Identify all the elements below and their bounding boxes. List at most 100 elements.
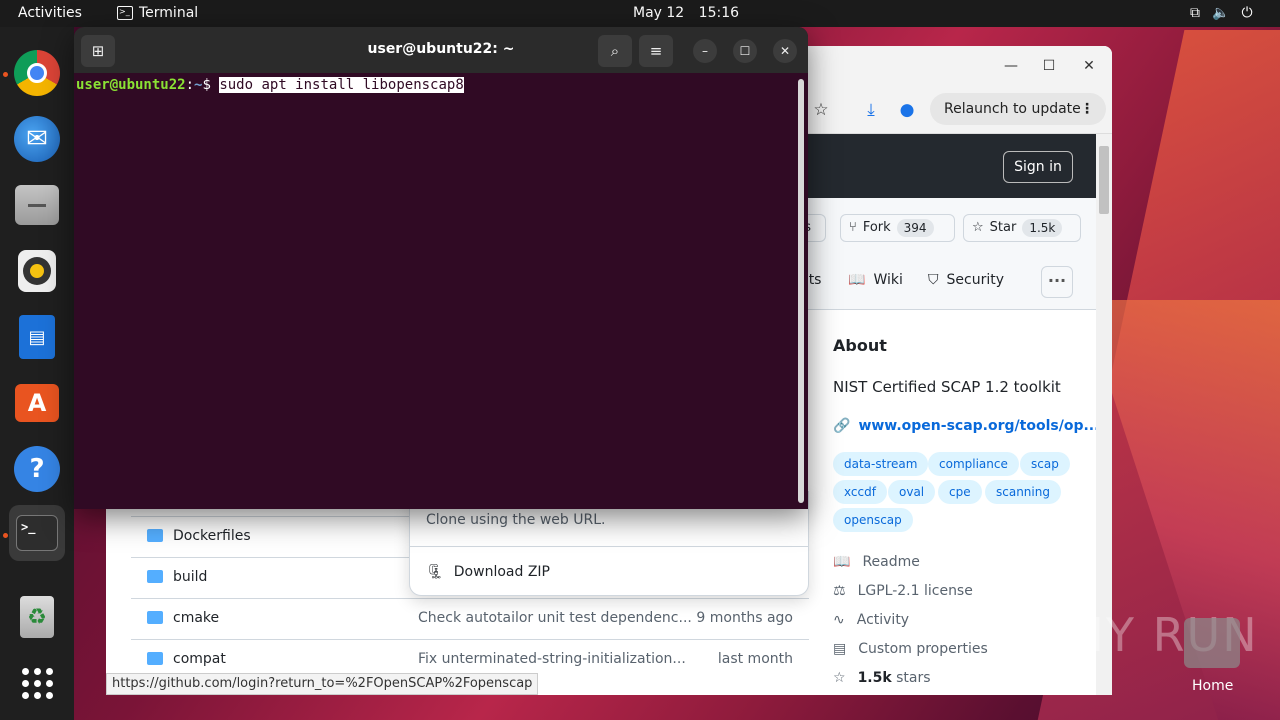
activities-button[interactable]: Activities bbox=[18, 5, 82, 21]
prompt-symbol: $ bbox=[202, 77, 211, 93]
clock[interactable]: May 12 15:16 bbox=[633, 5, 739, 21]
close-icon[interactable]: ✕ bbox=[1079, 56, 1099, 76]
file-name[interactable]: compat bbox=[173, 651, 226, 667]
files-icon bbox=[15, 185, 59, 225]
tab-wiki-label: Wiki bbox=[873, 272, 903, 288]
custom-properties-label: Custom properties bbox=[858, 641, 988, 657]
star-label: Star bbox=[989, 220, 1017, 235]
topic-tag[interactable]: cpe bbox=[938, 480, 982, 504]
help-launcher[interactable]: ? bbox=[9, 441, 65, 497]
profile-icon[interactable]: ● bbox=[895, 98, 919, 122]
topic-tag[interactable]: scanning bbox=[985, 480, 1061, 504]
commit-message[interactable]: Fix unterminated-string-initialization..… bbox=[418, 651, 686, 667]
app-menu-label: Terminal bbox=[139, 5, 199, 21]
license-label: LGPL-2.1 license bbox=[857, 583, 973, 599]
thunderbird-launcher[interactable]: ✉ bbox=[9, 111, 65, 167]
folder-icon bbox=[147, 611, 163, 624]
scrollbar-thumb[interactable] bbox=[1099, 146, 1109, 214]
sign-in-button[interactable]: Sign in bbox=[1003, 151, 1073, 183]
show-apps-icon bbox=[21, 667, 53, 699]
custom-properties-link[interactable]: ▤ Custom properties bbox=[833, 641, 988, 657]
close-icon[interactable]: ✕ bbox=[773, 39, 797, 63]
help-icon: ? bbox=[14, 446, 60, 492]
files-launcher[interactable] bbox=[9, 177, 65, 233]
topic-tag[interactable]: xccdf bbox=[833, 480, 887, 504]
commit-date: 9 months ago bbox=[696, 610, 793, 626]
download-zip-label: Download ZIP bbox=[453, 564, 550, 580]
file-name[interactable]: build bbox=[173, 569, 207, 585]
terminal-launcher[interactable]: >_ bbox=[9, 505, 65, 561]
more-tabs-button[interactable]: ··· bbox=[1041, 266, 1073, 298]
activity-link[interactable]: ∿ Activity bbox=[833, 612, 909, 628]
search-icon[interactable]: ⌕ bbox=[598, 35, 632, 67]
file-name[interactable]: Dockerfiles bbox=[173, 528, 251, 544]
terminal-headerbar: ⊞ user@ubuntu22: ~ ⌕ ≡ – ☐ ✕ bbox=[74, 27, 808, 73]
stars-count: 1.5k bbox=[857, 670, 892, 686]
topic-tag[interactable]: oval bbox=[888, 480, 936, 504]
hamburger-menu-icon[interactable]: ≡ bbox=[639, 35, 673, 67]
volume-icon: 🔈 bbox=[1212, 5, 1230, 21]
running-indicator bbox=[3, 533, 8, 538]
minimize-icon[interactable]: – bbox=[693, 39, 717, 63]
app-menu[interactable]: >_ Terminal bbox=[117, 5, 198, 21]
commit-message[interactable]: Check autotailor unit test dependenc... bbox=[418, 610, 692, 626]
terminal-body[interactable]: user@ubuntu22:~$ sudo apt install libope… bbox=[74, 73, 808, 509]
link-icon: 🔗 bbox=[833, 418, 851, 434]
system-tray[interactable]: ⧉ 🔈 ⏻ bbox=[1190, 5, 1253, 21]
star-icon: ☆ bbox=[972, 220, 984, 235]
minimize-icon[interactable]: — bbox=[1001, 56, 1021, 76]
folder-icon bbox=[147, 529, 163, 542]
repo-description: NIST Certified SCAP 1.2 toolkit bbox=[833, 378, 1061, 396]
note-icon: ▤ bbox=[833, 641, 847, 657]
maximize-icon[interactable]: ☐ bbox=[1039, 56, 1059, 76]
clock-time: 15:16 bbox=[698, 5, 740, 21]
chrome-launcher[interactable] bbox=[9, 45, 65, 101]
app-center-launcher[interactable]: A bbox=[9, 375, 65, 431]
libreoffice-writer-icon: ▤ bbox=[19, 315, 55, 359]
stars-label: stars bbox=[896, 670, 931, 686]
book-icon: 📖 bbox=[833, 554, 851, 570]
terminal-scrollbar[interactable] bbox=[798, 79, 804, 503]
star-count: 1.5k bbox=[1022, 219, 1063, 237]
website-link[interactable]: 🔗 www.open-scap.org/tools/op... bbox=[833, 418, 1099, 434]
table-row[interactable]: cmake Check autotailor unit test depende… bbox=[131, 598, 809, 639]
dock: ✉ ▤ A ? >_ ♻ bbox=[0, 27, 74, 720]
topic-tag[interactable]: openscap bbox=[833, 508, 913, 532]
trash-launcher[interactable]: ♻ bbox=[9, 589, 65, 645]
readme-link[interactable]: 📖 Readme bbox=[833, 554, 920, 570]
fork-icon: ⑂ bbox=[849, 220, 857, 235]
stars-link[interactable]: ☆ 1.5k stars bbox=[833, 670, 931, 686]
tab-security-label: Security bbox=[946, 272, 1005, 288]
thunderbird-icon: ✉ bbox=[14, 116, 60, 162]
home-folder-icon[interactable] bbox=[1184, 618, 1240, 668]
book-icon: 📖 bbox=[848, 272, 866, 288]
license-link[interactable]: ⚖ LGPL-2.1 license bbox=[833, 583, 973, 599]
fork-button[interactable]: ⑂ Fork 394 bbox=[840, 214, 955, 242]
terminal-window: ⊞ user@ubuntu22: ~ ⌕ ≡ – ☐ ✕ user@ubuntu… bbox=[74, 27, 808, 509]
about-heading: About bbox=[833, 336, 887, 355]
tab-wiki[interactable]: 📖 Wiki bbox=[848, 272, 903, 288]
star-button[interactable]: ☆ Star 1.5k bbox=[963, 214, 1081, 242]
file-name[interactable]: cmake bbox=[173, 610, 219, 626]
network-icon: ⧉ bbox=[1190, 5, 1200, 21]
relaunch-button[interactable]: Relaunch to update ⋮ bbox=[930, 93, 1106, 125]
top-bar: Activities >_ Terminal May 12 15:16 ⧉ 🔈 … bbox=[0, 0, 1280, 27]
terminal-icon: >_ bbox=[16, 515, 58, 551]
pulse-icon: ∿ bbox=[833, 612, 845, 628]
zip-icon: 🗜 bbox=[426, 564, 444, 580]
download-icon[interactable]: ⤓ bbox=[859, 98, 883, 122]
more-vert-icon: ⋮ bbox=[1080, 101, 1094, 117]
rhythmbox-launcher[interactable] bbox=[9, 243, 65, 299]
writer-launcher[interactable]: ▤ bbox=[9, 309, 65, 365]
topic-tag[interactable]: data-stream bbox=[833, 452, 929, 476]
bookmark-star-icon[interactable]: ☆ bbox=[809, 98, 833, 122]
show-apps-button[interactable] bbox=[9, 655, 65, 711]
shield-icon: ⛉ bbox=[928, 272, 939, 288]
tab-security[interactable]: ⛉ Security bbox=[928, 272, 1004, 288]
maximize-icon[interactable]: ☐ bbox=[733, 39, 757, 63]
topic-tag[interactable]: compliance bbox=[928, 452, 1019, 476]
rhythmbox-icon bbox=[18, 250, 56, 292]
folder-icon bbox=[147, 570, 163, 583]
download-zip-button[interactable]: 🗜 Download ZIP bbox=[426, 564, 550, 580]
topic-tag[interactable]: scap bbox=[1020, 452, 1070, 476]
